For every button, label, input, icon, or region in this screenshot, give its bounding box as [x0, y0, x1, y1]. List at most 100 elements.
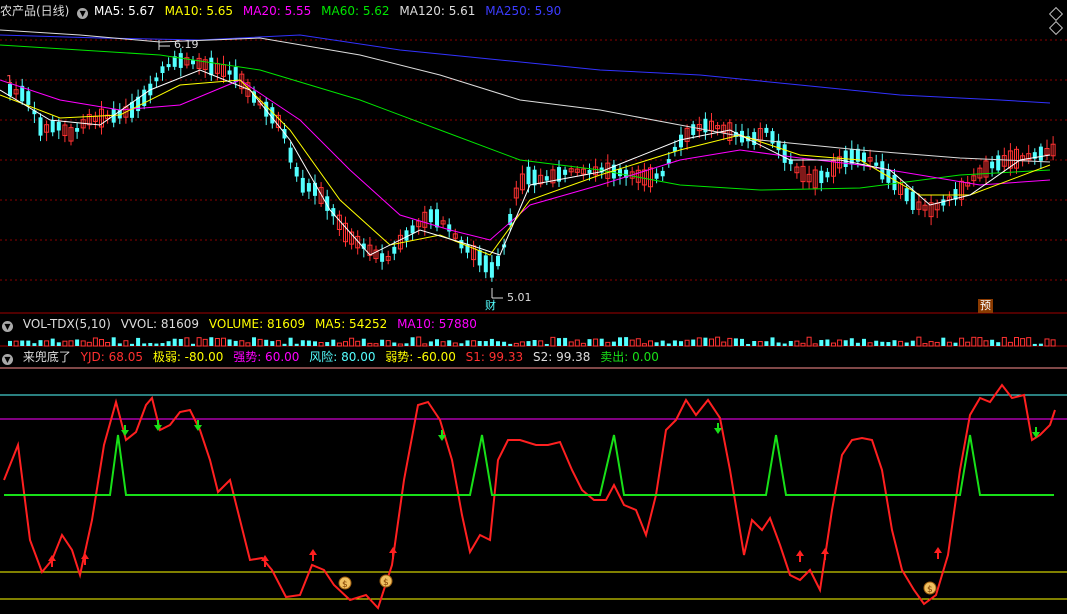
volume-bar [336, 342, 342, 347]
low-price-label: 5.01 [507, 291, 532, 304]
ma60-line [0, 44, 1051, 191]
volume-bar [544, 343, 549, 346]
ma5-line [0, 69, 1051, 256]
volume-bar [325, 342, 330, 346]
volume-bar [892, 340, 897, 346]
candle-body [489, 262, 494, 278]
candle-body [691, 124, 696, 135]
candle-body [1038, 146, 1043, 161]
volume-bar [880, 341, 885, 346]
volume-bar [1050, 339, 1056, 347]
candle-body [288, 147, 293, 163]
volume-bar [178, 338, 183, 346]
volume-bar [392, 342, 397, 346]
volume-bar [1001, 336, 1007, 347]
volume-bar [380, 339, 385, 346]
volume-bar [776, 342, 781, 346]
candle-body [904, 188, 909, 202]
volume-bar [983, 340, 989, 347]
volume-bar [788, 340, 793, 346]
volume-bar [257, 338, 263, 347]
candlesticks [8, 48, 1056, 282]
volume-bar [123, 340, 129, 347]
volume-bar [148, 342, 153, 346]
volume-bars [8, 336, 1056, 347]
volume-bar [331, 339, 336, 346]
yu-badge[interactable]: 预 [978, 299, 993, 313]
candle-body [880, 161, 885, 180]
volume-bar [440, 341, 446, 347]
volume-bar [557, 338, 561, 346]
volume-bar [239, 340, 245, 347]
volume-bar [1032, 343, 1037, 346]
volume-bar [611, 341, 616, 346]
volume-bar [855, 342, 860, 346]
candle-body [990, 161, 995, 169]
volume-bar [92, 337, 98, 347]
volume-bar [867, 342, 873, 347]
red-up-arrow-head [821, 548, 829, 554]
cai-badge[interactable]: 财 [483, 299, 498, 313]
volume-bar [563, 337, 568, 346]
volume-bar [874, 340, 879, 346]
volume-bar [447, 340, 452, 346]
volume-bar [117, 343, 122, 346]
volume-bar [373, 343, 379, 347]
candle-body [996, 155, 1001, 171]
volume-bar [196, 337, 202, 347]
volume-bar [367, 342, 373, 347]
volume-bar [770, 337, 775, 346]
volume-bar [214, 337, 220, 347]
candle-body [764, 127, 769, 133]
green-down-arrow-head [714, 428, 722, 434]
money-bag-symbol: $ [927, 585, 933, 595]
volume-bar [721, 341, 727, 347]
chart-canvas[interactable]: $ $ $ [0, 0, 1067, 614]
volume-bar [934, 341, 940, 347]
candle-body [526, 166, 531, 185]
low-marker [491, 288, 503, 299]
volume-bar [136, 337, 141, 346]
candle-body [892, 174, 897, 191]
volume-bar [605, 341, 611, 347]
volume-bar [593, 338, 599, 347]
candle-body [660, 170, 665, 177]
volume-bar [812, 343, 818, 347]
volume-bar [318, 342, 324, 347]
candle-body [154, 77, 159, 82]
candle-body [294, 167, 299, 177]
candle-body [825, 171, 830, 178]
red-up-arrow-head [81, 553, 89, 559]
candle-body [428, 209, 433, 223]
volume-bar [635, 338, 641, 347]
volume-bar [526, 341, 531, 346]
candle-body [166, 64, 171, 68]
volume-bar [313, 341, 317, 346]
volume-bar [288, 337, 293, 346]
green-down-arrow-head [121, 430, 129, 436]
volume-bar [80, 340, 86, 347]
candle-body [313, 182, 317, 196]
volume-bar [953, 342, 958, 346]
volume-bar [898, 340, 904, 347]
volume-bar [38, 340, 43, 346]
volume-bar [904, 342, 909, 346]
candle-body [26, 91, 31, 105]
volume-bar [684, 339, 690, 347]
volume-bar [282, 343, 287, 346]
volume-bar [99, 339, 104, 347]
volume-bar [538, 340, 544, 347]
red-up-arrow-head [389, 547, 397, 553]
candle-body [160, 66, 165, 74]
volume-bar [166, 341, 171, 346]
volume-bar [477, 340, 482, 346]
high-price-label: 6.19 [174, 38, 199, 51]
volume-bar [86, 341, 92, 347]
volume-bar [50, 338, 55, 346]
candle-body [270, 107, 275, 124]
volume-bar [361, 338, 366, 346]
candle-body [56, 121, 61, 131]
volume-bar [971, 336, 977, 347]
volume-bar [1038, 343, 1043, 346]
volume-bar [746, 343, 751, 346]
